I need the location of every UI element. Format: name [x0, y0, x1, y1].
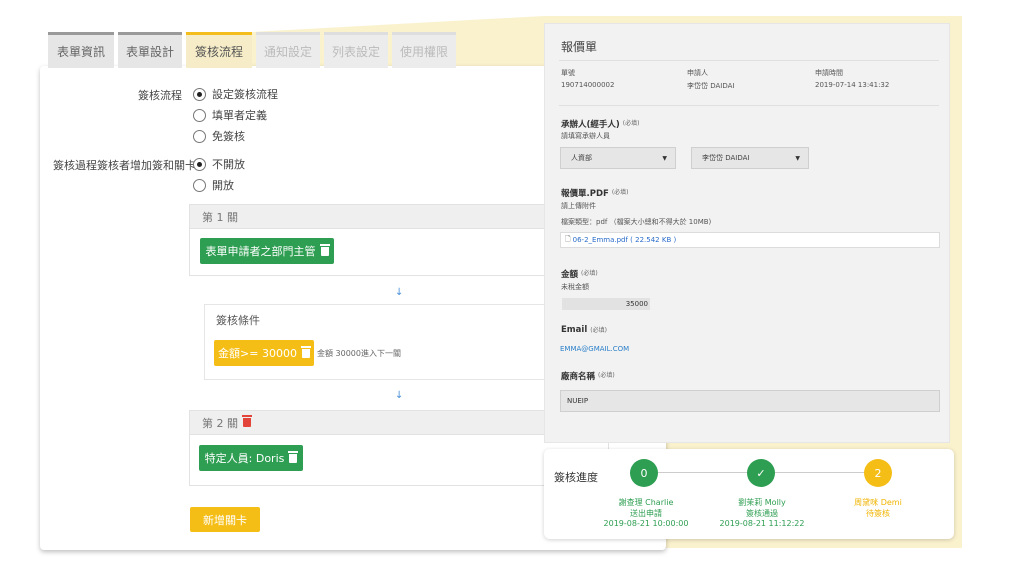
- step-time: 2019-08-21 10:00:00: [603, 519, 689, 528]
- step-time: 2019-08-21 11:12:22: [719, 519, 805, 528]
- flow-label: 簽核流程: [138, 89, 182, 102]
- condition-note: 金額 30000進入下一關: [317, 349, 401, 358]
- vendor-field[interactable]: NUEIP: [560, 390, 940, 412]
- add-sign-label: 簽核過程簽核者增加簽和關卡: [53, 159, 196, 172]
- required-mark: (必填): [611, 189, 629, 196]
- handler-label: 承辦人(經手人) (必填): [561, 118, 639, 130]
- tab-form-info[interactable]: 表單資訊: [48, 32, 114, 68]
- vendor-label: 廠商名稱 (必填): [561, 370, 615, 382]
- file-type-note: 檔案類型：pdf （檔案大小總和不得大於 10MB): [561, 218, 712, 226]
- meta-label: 單號: [561, 69, 575, 77]
- radio-label: 免簽核: [212, 130, 245, 143]
- email-label-text: Email: [561, 325, 588, 335]
- email-value[interactable]: EMMA@GMAIL.COM: [560, 345, 629, 353]
- step-status: 待簽核: [865, 508, 890, 518]
- condition-title: 簽核條件: [216, 314, 260, 327]
- required-mark: (必填): [622, 120, 640, 127]
- radio-dot: [193, 87, 206, 101]
- stage: 表單資訊 表單設計 簽核流程 通知設定 列表設定 使用權限 簽核流程 設定簽核流…: [0, 0, 1024, 576]
- radio-dot: [193, 157, 206, 171]
- quote-form-preview: 報價單 單號 190714000002 申請人 李岱岱 DAIDAI 申請時間 …: [544, 23, 950, 443]
- arrow-down-icon: ↓: [395, 287, 404, 298]
- add-stage-button[interactable]: 新增關卡: [190, 507, 260, 532]
- meta-value: 李岱岱 DAIDAI: [687, 82, 735, 90]
- email-label: Email (必填): [561, 325, 607, 335]
- radio-label: 填單者定義: [212, 109, 267, 122]
- amount-input[interactable]: 35000: [562, 298, 650, 310]
- file-label-text: 報價單.PDF: [561, 189, 609, 199]
- step-name: 謝查理 Charlie: [618, 498, 674, 507]
- tab-notification[interactable]: 通知設定: [256, 32, 320, 68]
- step-name: 周黛咪 Demi: [854, 498, 902, 507]
- step-1-text: 謝查理 Charlie 送出申請 2019-08-21 10:00:00: [604, 498, 689, 530]
- radio-open[interactable]: 開放: [193, 177, 234, 193]
- step-status: 簽核通過: [746, 508, 778, 518]
- dept-select[interactable]: 人資部 ▼: [560, 147, 676, 169]
- amount-label: 金額 (必填): [561, 268, 598, 280]
- meta-label: 申請人: [687, 69, 708, 77]
- button-label: 表單申請者之部門主管: [205, 245, 316, 258]
- radio-dot: [193, 108, 206, 122]
- meta-value: 2019-07-14 13:41:32: [815, 81, 890, 89]
- caret-down-icon: ▼: [662, 155, 667, 162]
- select-value: 李岱岱 DAIDAI: [702, 154, 750, 162]
- stage-2-approver-button[interactable]: 特定人員: Doris: [199, 445, 303, 471]
- caret-down-icon: ▼: [795, 155, 800, 162]
- radio-label: 設定簽核流程: [212, 88, 278, 101]
- trash-icon[interactable]: [300, 345, 311, 358]
- step-2-text: 劉茉莉 Molly 簽核通過 2019-08-21 11:12:22: [720, 498, 805, 530]
- step-status: 送出申請: [630, 508, 662, 518]
- stage-2-title-text: 第 2 關: [202, 416, 238, 430]
- handler-hint: 請填寫承辦人員: [561, 132, 610, 140]
- amount-hint: 未稅金額: [561, 283, 589, 291]
- radio-closed[interactable]: 不開放: [193, 156, 245, 172]
- required-mark: (必填): [598, 372, 615, 379]
- vendor-label-text: 廠商名稱: [561, 372, 596, 382]
- meta-label: 申請時間: [815, 69, 843, 77]
- step-3-badge: 2: [864, 459, 892, 487]
- tab-approval-flow[interactable]: 簽核流程: [186, 32, 252, 68]
- step-2-check-icon: ✓: [747, 459, 775, 487]
- person-select[interactable]: 李岱岱 DAIDAI ▼: [691, 147, 809, 169]
- divider: [559, 60, 939, 61]
- radio-dot: [193, 178, 206, 192]
- radio-dot: [193, 129, 206, 143]
- condition-button[interactable]: 金額>= 30000: [214, 340, 314, 366]
- file-icon: 🗋: [565, 234, 571, 243]
- required-mark: (必填): [581, 270, 598, 277]
- progress-label: 簽核進度: [554, 471, 598, 484]
- file-hint: 請上傳附件: [561, 202, 596, 210]
- radio-filler-defined[interactable]: 填單者定義: [193, 107, 267, 123]
- uploaded-file[interactable]: 🗋 06-2_Emma.pdf ( 22.542 KB ): [560, 232, 940, 248]
- divider: [559, 105, 939, 106]
- tab-form-design[interactable]: 表單設計: [118, 32, 182, 68]
- trash-icon[interactable]: [319, 243, 330, 256]
- button-label: 特定人員: Doris: [204, 452, 285, 465]
- approval-progress-card: 簽核進度 0 ✓ 2 謝查理 Charlie 送出申請 2019-08-21 1…: [544, 449, 954, 539]
- trash-icon[interactable]: [242, 415, 252, 427]
- stage-1-approver-button[interactable]: 表單申請者之部門主管: [200, 238, 334, 264]
- trash-icon[interactable]: [288, 450, 299, 463]
- select-value: 人資部: [571, 154, 592, 162]
- step-name: 劉茉莉 Molly: [738, 498, 786, 507]
- step-1-badge: 0: [630, 459, 658, 487]
- tab-bar: 表單資訊 表單設計 簽核流程 通知設定 列表設定 使用權限: [48, 32, 456, 68]
- required-mark: (必填): [590, 327, 607, 334]
- tab-permissions[interactable]: 使用權限: [392, 32, 456, 68]
- meta-value: 190714000002: [561, 81, 615, 89]
- file-name: 06-2_Emma.pdf ( 22.542 KB ): [572, 236, 677, 244]
- tab-list-settings[interactable]: 列表設定: [324, 32, 388, 68]
- radio-label: 不開放: [212, 158, 245, 171]
- file-label: 報價單.PDF (必填): [561, 187, 629, 199]
- radio-label: 開放: [212, 179, 234, 192]
- radio-set-flow[interactable]: 設定簽核流程: [193, 86, 278, 102]
- step-3-text: 周黛咪 Demi 待簽核: [854, 498, 902, 519]
- arrow-down-icon: ↓: [395, 390, 404, 401]
- radio-no-approval[interactable]: 免簽核: [193, 128, 245, 144]
- amount-label-text: 金額: [561, 270, 579, 280]
- handler-label-text: 承辦人(經手人): [561, 120, 620, 130]
- button-label: 金額>= 30000: [218, 347, 297, 360]
- quote-title: 報價單: [561, 40, 598, 54]
